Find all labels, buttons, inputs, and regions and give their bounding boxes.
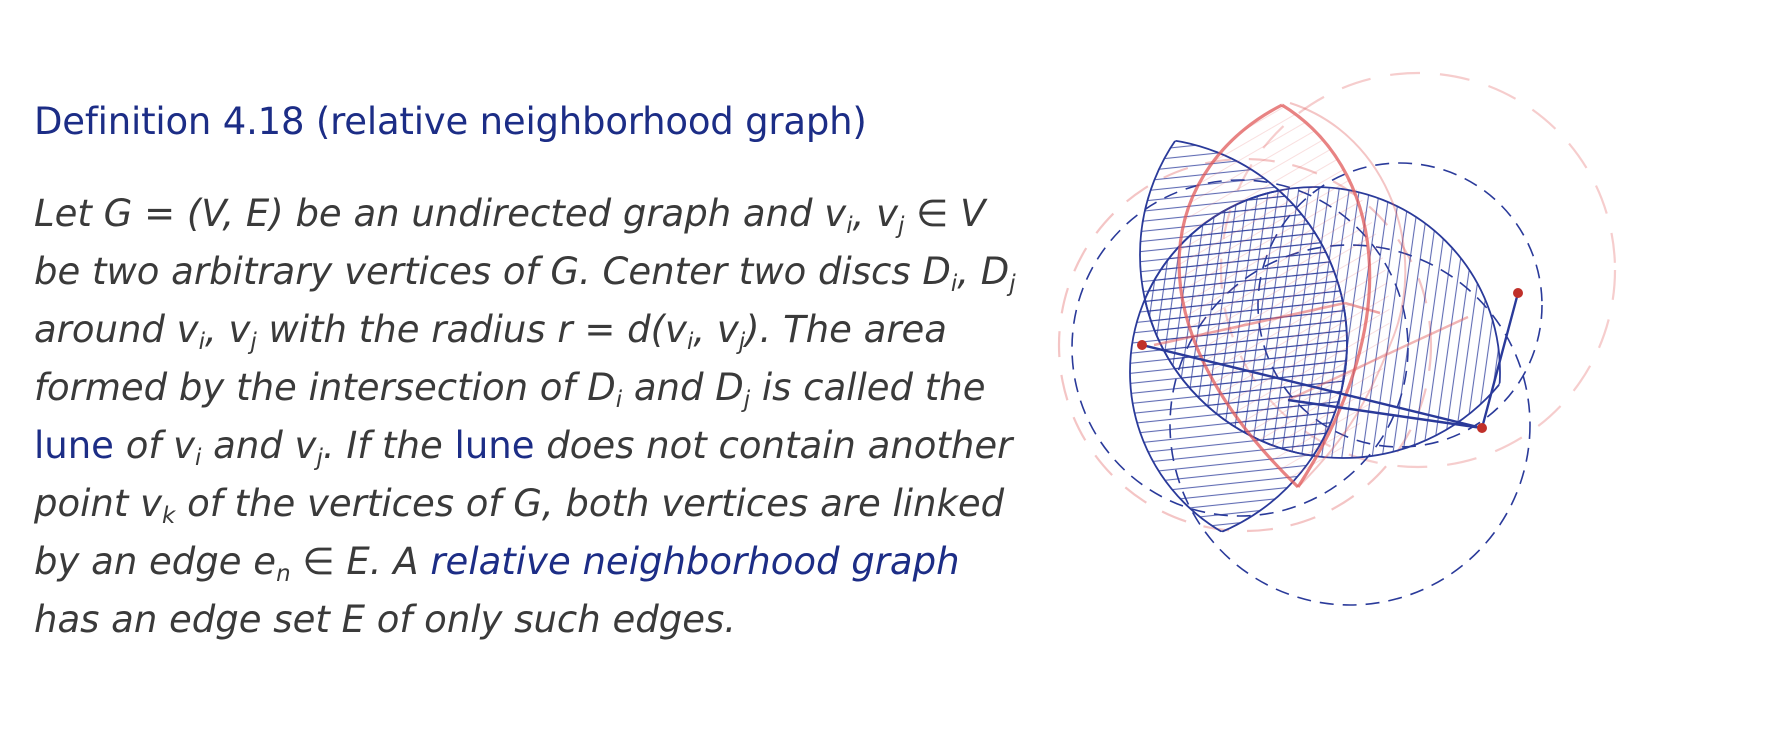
definition-title: Definition 4.18 (relative neighborhood g…	[34, 100, 867, 143]
text-span: , v	[852, 192, 898, 235]
text-span: , D	[957, 250, 1010, 293]
term-lune: lune	[454, 424, 535, 467]
definition-body: Let G = (V, E) be an undirected graph an…	[34, 185, 1044, 649]
text-span: , v	[204, 308, 251, 351]
text-span: ). The area	[745, 308, 947, 351]
text-span: of the vertices of G, both vertices are …	[175, 482, 1005, 525]
term-lune: lune	[34, 424, 114, 467]
text-span: around v	[34, 308, 199, 351]
text-span: of v	[113, 424, 196, 467]
text-span: ∈ E. A	[290, 540, 431, 583]
text-span: with the radius r = d(v	[256, 308, 687, 351]
definition-line: point vk of the vertices of G, both vert…	[34, 475, 1044, 533]
definition-line: around vi, vj with the radius r = d(vi, …	[34, 301, 1044, 359]
text-span: ∈ V	[904, 192, 986, 235]
definition-line: by an edge en ∈ E. A relative neighborho…	[34, 533, 1044, 591]
text-span: does not contain another	[534, 424, 1013, 467]
definition-line: Let G = (V, E) be an undirected graph an…	[34, 185, 1044, 243]
definition-line: lune of vi and vj. If the lune does not …	[34, 417, 1044, 475]
text-span: and v	[201, 424, 317, 467]
text-span: is called the	[750, 366, 986, 409]
term-relative-neighborhood-graph: relative neighborhood graph	[430, 540, 960, 583]
text-span: point v	[34, 482, 163, 525]
text-span: be two arbitrary vertices of G. Center t…	[34, 250, 951, 293]
graph-vertex	[1137, 340, 1147, 350]
text-span: , v	[693, 308, 739, 351]
subscript: j	[1009, 270, 1016, 297]
graph-vertex	[1513, 288, 1523, 298]
lune-sketch-figure	[1057, 71, 1617, 606]
text-span: Let G = (V, E) be an undirected graph an…	[34, 192, 847, 235]
definition-line: be two arbitrary vertices of G. Center t…	[34, 243, 1044, 301]
text-span: has an edge set E of only such edges.	[34, 598, 737, 641]
text-span: and D	[622, 366, 744, 409]
definition-line: formed by the intersection of Di and Dj …	[34, 359, 1044, 417]
text-span: by an edge e	[34, 540, 277, 583]
text-span: formed by the intersection of D	[34, 366, 616, 409]
graph-vertex	[1477, 423, 1487, 433]
definition-line: has an edge set E of only such edges.	[34, 591, 1044, 649]
subscript: n	[276, 560, 291, 587]
subscript: k	[162, 502, 176, 529]
text-span: . If the	[322, 424, 455, 467]
